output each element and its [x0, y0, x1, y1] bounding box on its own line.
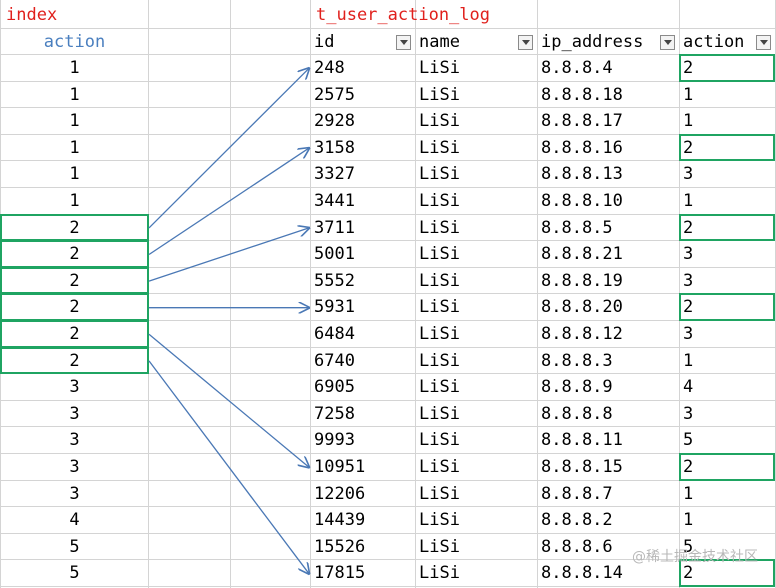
lookup-arrow [148, 360, 309, 574]
lookup-arrows [148, 0, 776, 588]
lookup-arrow [148, 148, 309, 256]
lookup-arrow [148, 68, 309, 229]
lookup-arrow [148, 333, 309, 467]
lookup-arrow [148, 228, 309, 282]
watermark: @稀土掘金技术社区 [632, 549, 758, 565]
spreadsheet: index t_user_action_log action id name ip_… [0, 0, 776, 588]
